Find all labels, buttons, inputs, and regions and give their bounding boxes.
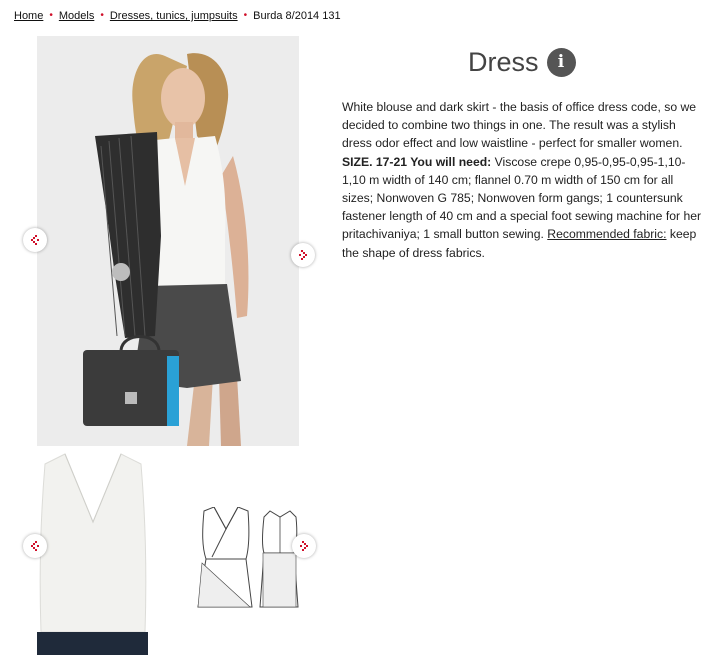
thumbnail-row [37,452,327,655]
chevron-left-icon [31,235,39,245]
product-title-row: Dress i [468,44,576,80]
gallery-prev-button[interactable] [23,228,47,252]
breadcrumb-current: Burda 8/2014 131 [253,10,341,22]
garment-photo-thumbnail[interactable] [37,452,148,655]
chevron-right-icon [300,541,308,551]
info-icon[interactable]: i [546,47,576,77]
breadcrumb-separator: • [49,10,53,21]
chevron-left-icon [31,541,39,551]
garment-illustration [37,452,148,655]
breadcrumb-category-link[interactable]: Dresses, tunics, jumpsuits [110,9,238,23]
thumbnail-prev-button[interactable] [23,534,47,558]
chevron-right-icon [299,250,307,260]
product-title: Dress [468,47,539,77]
breadcrumb-separator: • [243,10,248,21]
breadcrumb-home-link[interactable]: Home [14,9,43,23]
main-model-image[interactable] [37,36,299,446]
model-illustration [37,36,299,446]
breadcrumb: Home • Models • Dresses, tunics, jumpsui… [14,9,341,23]
recommended-fabric-link[interactable]: Recommended fabric: [547,227,666,241]
breadcrumb-separator: • [100,10,104,21]
technical-drawing-thumbnail[interactable] [192,506,332,617]
description-intro: White blouse and dark skirt - the basis … [342,100,697,151]
technical-drawing-illustration [197,506,299,608]
breadcrumb-models-link[interactable]: Models [59,9,94,23]
gallery-next-button[interactable] [291,243,315,267]
size-label: SIZE. 17-21 You will need: [342,154,492,169]
thumbnail-next-button[interactable] [292,534,316,558]
product-description: White blouse and dark skirt - the basis … [342,98,704,262]
